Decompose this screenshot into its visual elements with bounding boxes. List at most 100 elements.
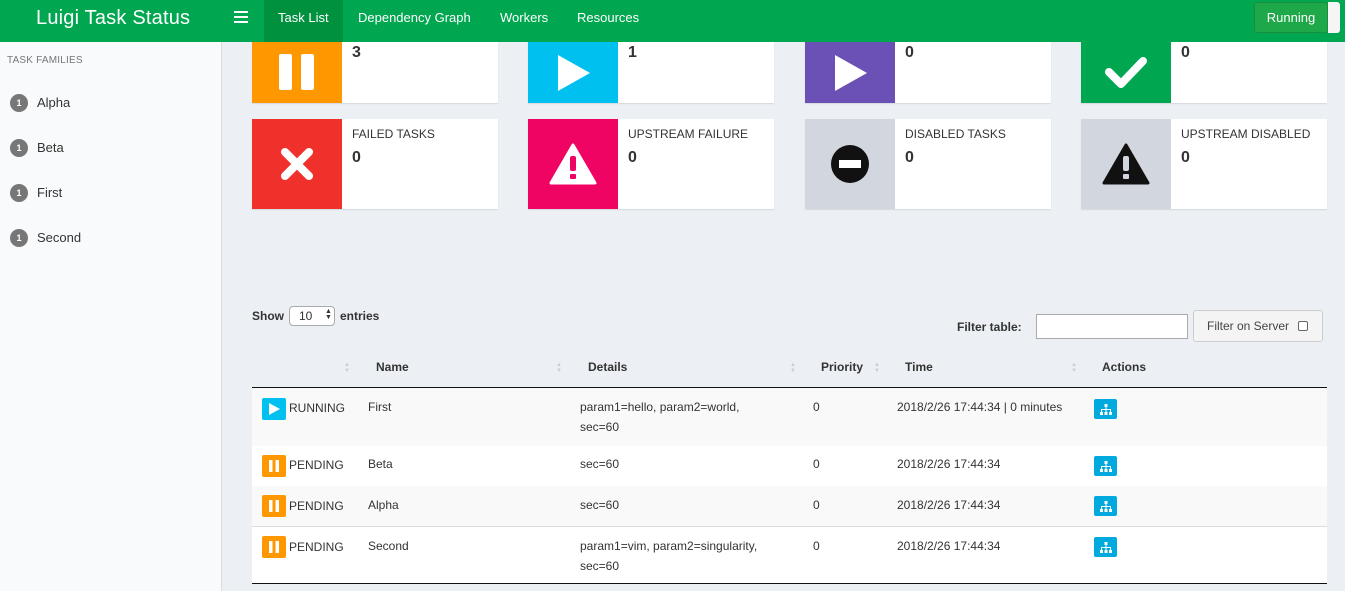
status-text: RUNNING: [289, 401, 345, 415]
task-priority: 0: [813, 400, 820, 414]
warning-icon: [1081, 119, 1171, 209]
tab-dependency-graph[interactable]: Dependency Graph: [344, 0, 485, 42]
sort-icon[interactable]: ▲ ▼: [790, 362, 796, 374]
sitemap-icon: [1099, 541, 1112, 553]
failed-tasks-box[interactable]: FAILED TASKS 0: [252, 119, 498, 209]
select-arrows-icon: ▲ ▼: [325, 308, 332, 321]
dependency-graph-button[interactable]: [1094, 456, 1117, 476]
filter-table-input[interactable]: [1036, 314, 1188, 339]
pending-tasks-box[interactable]: 3: [252, 42, 498, 103]
column-header-time[interactable]: Time: [905, 360, 933, 374]
warning-icon: [528, 119, 618, 209]
count-badge: 1: [10, 184, 28, 202]
box-title: DISABLED TASKS: [905, 127, 1006, 141]
sitemap-icon: [1099, 403, 1112, 415]
box-count: 0: [1181, 44, 1190, 61]
play-icon: [262, 398, 286, 420]
running-tasks-box[interactable]: 1: [528, 42, 774, 103]
batch-running-tasks-box[interactable]: 0: [805, 42, 1051, 103]
status-text: PENDING: [289, 458, 344, 472]
table-row: PENDING Second param1=vim, param2=singul…: [252, 527, 1327, 583]
task-details: sec=60: [580, 498, 620, 512]
family-label: Second: [37, 230, 82, 245]
box-count: 0: [628, 149, 637, 166]
disabled-tasks-box[interactable]: DISABLED TASKS 0: [805, 119, 1051, 209]
count-badge: 1: [10, 229, 28, 247]
show-label: Show: [252, 309, 284, 323]
dependency-graph-button[interactable]: [1094, 399, 1117, 419]
pause-icon: [262, 495, 286, 517]
task-name: Alpha: [368, 498, 399, 512]
pause-icon: [252, 42, 342, 103]
table-row: PENDING Alpha sec=60 0 2018/2/26 17:44:3…: [252, 486, 1327, 527]
dependency-graph-button[interactable]: [1094, 496, 1117, 516]
sort-icon[interactable]: ▲ ▼: [1071, 362, 1077, 374]
box-title: UPSTREAM FAILURE: [628, 127, 749, 141]
family-label: Alpha: [37, 95, 71, 110]
box-count: 0: [905, 149, 914, 166]
toggle-knob[interactable]: [1328, 2, 1340, 33]
count-badge: 1: [10, 139, 28, 157]
family-label: First: [37, 185, 63, 200]
tab-resources[interactable]: Resources: [563, 0, 653, 42]
menu-icon[interactable]: [234, 11, 248, 25]
task-details: param1=vim, param2=singularity,: [580, 539, 758, 553]
play-icon: [528, 42, 618, 103]
sort-icon[interactable]: ▲ ▼: [874, 362, 880, 374]
sort-icon[interactable]: ▲ ▼: [344, 362, 350, 374]
column-header-name[interactable]: Name: [376, 360, 409, 374]
box-count: 1: [628, 44, 637, 61]
count-badge: 1: [10, 94, 28, 112]
table-footer-divider: [252, 583, 1327, 584]
minus-circle-icon: [805, 119, 895, 209]
play-icon: [805, 42, 895, 103]
dependency-graph-button[interactable]: [1094, 537, 1117, 557]
entries-label: entries: [340, 309, 380, 323]
box-count: 0: [352, 149, 361, 166]
task-time: 2018/2/26 17:44:34: [897, 539, 1001, 553]
sort-icon[interactable]: ▲ ▼: [556, 362, 562, 374]
column-header-details[interactable]: Details: [588, 360, 627, 374]
task-details: sec=60: [580, 457, 620, 471]
table-row: PENDING Beta sec=60 0 2018/2/26 17:44:34: [252, 446, 1327, 487]
box-title: UPSTREAM DISABLED: [1181, 127, 1311, 141]
sitemap-icon: [1099, 460, 1112, 472]
upstream-disabled-box[interactable]: UPSTREAM DISABLED 0: [1081, 119, 1327, 209]
top-navbar: Luigi Task Status Task List Dependency G…: [0, 0, 1345, 42]
task-time: 2018/2/26 17:44:34: [897, 498, 1001, 512]
tab-workers[interactable]: Workers: [486, 0, 562, 42]
tab-task-list[interactable]: Task List: [264, 0, 343, 42]
family-label: Beta: [37, 140, 64, 155]
filter-on-server-checkbox[interactable]: [1298, 321, 1308, 331]
sitemap-icon: [1099, 500, 1112, 512]
box-count: 0: [1181, 149, 1190, 166]
task-time: 2018/2/26 17:44:34 | 0 minutes: [897, 400, 1063, 414]
sidebar: TASK FAMILIES 1 Alpha 1 Beta 1 First 1 S…: [0, 42, 222, 591]
task-details-cont: sec=60: [580, 559, 620, 573]
sidebar-heading: TASK FAMILIES: [7, 55, 83, 66]
task-priority: 0: [813, 539, 820, 553]
box-count: 0: [905, 44, 914, 61]
status-text: PENDING: [289, 499, 344, 513]
task-name: Beta: [368, 457, 393, 471]
column-header-actions: Actions: [1102, 360, 1147, 374]
pause-icon: [262, 536, 286, 558]
done-tasks-box[interactable]: 0: [1081, 42, 1327, 103]
column-header-priority[interactable]: Priority: [821, 360, 863, 374]
check-icon: [1081, 42, 1171, 103]
task-details-cont: sec=60: [580, 420, 620, 434]
upstream-failure-box[interactable]: UPSTREAM FAILURE 0: [528, 119, 774, 209]
running-toggle-button[interactable]: Running: [1254, 2, 1328, 33]
box-count: 3: [352, 44, 361, 61]
filter-label: Filter table:: [957, 320, 1022, 334]
pause-icon: [262, 455, 286, 477]
task-details: param1=hello, param2=world,: [580, 400, 740, 414]
task-name: Second: [368, 539, 409, 553]
status-text: PENDING: [289, 540, 344, 554]
app-title[interactable]: Luigi Task Status: [36, 7, 190, 30]
box-title: FAILED TASKS: [352, 127, 435, 141]
x-icon: [252, 119, 342, 209]
table-row: RUNNING First param1=hello, param2=world…: [252, 388, 1327, 447]
task-priority: 0: [813, 498, 820, 512]
task-name: First: [368, 400, 392, 414]
